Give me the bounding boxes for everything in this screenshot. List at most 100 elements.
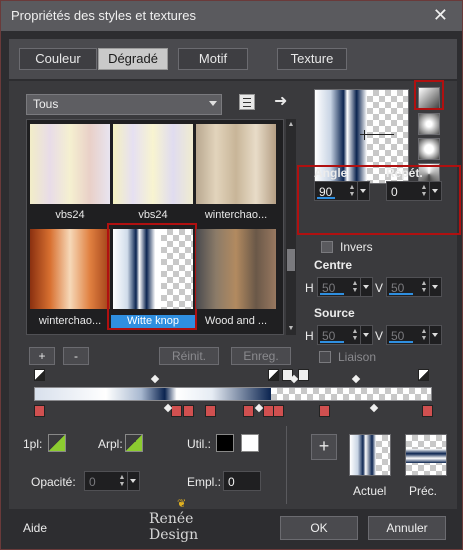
link-checkbox[interactable] [319,351,331,363]
chevron-down-icon[interactable] [429,278,441,296]
center-v-level-bar [389,293,413,295]
gradient-label: vbs24 [55,209,85,221]
spin-arrows-icon[interactable]: ▲ ▼ [117,474,127,488]
category-dropdown[interactable]: Tous [26,94,222,115]
tab-couleur[interactable]: Couleur [19,48,97,70]
source-h-spinner[interactable]: 50 ▲ ▼ [317,325,373,345]
previous-gradient-thumbnail[interactable] [405,434,447,476]
background-label: Arpl: [98,437,123,451]
styles-textures-dialog: Propriétés des styles et textures ✕ Coul… [0,0,463,550]
sunburst-style-button[interactable] [418,138,440,160]
current-gradient-thumbnail[interactable] [349,434,391,476]
source-h-label: H [305,329,314,343]
gradient-swatch-vbs24-a[interactable] [30,124,110,204]
scroll-down-icon[interactable]: ▼ [287,325,295,333]
library-scrollbar[interactable]: ▲ ▼ [286,119,296,335]
opacity-value: 0 [89,475,96,489]
gradient-swatch-winterchao-a[interactable] [196,124,276,204]
gradient-label: winterchao... [204,209,268,221]
angle-label: Angle [314,166,348,180]
angle-spinner[interactable]: 90 ▲ ▼ [314,181,370,201]
tab-texture[interactable]: Texture [277,48,347,70]
user-color-black[interactable] [216,434,234,452]
gradient-editor-bar[interactable] [34,387,432,401]
repeat-label: Répét. [386,166,423,180]
cancel-button[interactable]: Annuler [368,516,446,540]
background-swatch[interactable] [125,434,143,452]
spin-arrows-icon[interactable]: ▲ ▼ [419,328,429,342]
opacity-stop-marker[interactable] [268,369,279,381]
add-gradient-button[interactable]: + [29,347,55,365]
angle-level-bar [317,197,335,199]
source-h-level-bar [320,341,344,343]
logo-text: Renée Design [149,511,199,543]
reset-button[interactable]: Réinit. [159,347,219,365]
opacity-label: Opacité: [31,475,76,489]
invert-checkbox[interactable] [321,241,333,253]
tab-bar: Couleur Dégradé Motif Texture [9,39,457,79]
spin-arrows-icon[interactable]: ▲ ▼ [350,328,360,342]
color-stop-marker[interactable] [243,405,254,417]
source-v-level-bar [389,341,413,343]
close-icon[interactable]: ✕ [433,5,448,26]
color-stop-marker[interactable] [422,405,433,417]
chevron-down-icon[interactable] [357,182,369,200]
user-label: Util.: [187,437,211,451]
location-label: Empl.: [187,475,222,489]
butterfly-icon: ❦ [177,497,187,510]
chevron-down-icon[interactable] [429,182,441,200]
center-v-spinner[interactable]: 50 ▲ ▼ [386,277,442,297]
list-view-icon[interactable] [239,94,255,110]
compare-add-button[interactable]: + [311,434,337,460]
source-v-spinner[interactable]: 50 ▲ ▼ [386,325,442,345]
color-stop-marker[interactable] [319,405,330,417]
location-value: 0 [228,475,235,489]
user-color-white[interactable] [241,434,259,452]
gradient-swatch-wood[interactable] [196,229,276,309]
color-stop-marker[interactable] [183,405,194,417]
category-value: Tous [33,97,59,111]
arrow-right-icon[interactable]: ➜ [274,91,287,111]
chevron-down-icon[interactable] [360,326,372,344]
chevron-down-icon [209,101,217,106]
center-label: Centre [314,258,353,272]
opacity-stop-marker[interactable] [298,369,309,381]
location-field[interactable]: 0 [223,471,261,491]
color-stop-marker[interactable] [273,405,284,417]
divider [286,426,287,504]
spin-arrows-icon[interactable]: ▲ ▼ [350,280,360,294]
source-label: Source [314,306,355,320]
color-stop-marker[interactable] [34,405,45,417]
selection-highlight [107,223,197,330]
opacity-stop-marker[interactable] [418,369,429,381]
scrollbar-thumb[interactable] [287,249,295,271]
spin-arrows-icon[interactable]: ▲ ▼ [419,280,429,294]
style-selection-highlight [414,80,444,110]
opacity-stop-marker[interactable] [34,369,45,381]
chevron-down-icon[interactable] [360,278,372,296]
color-stop-marker[interactable] [171,405,182,417]
chevron-down-icon[interactable] [429,326,441,344]
rectangular-style-button[interactable] [418,113,440,135]
center-v-label: V [375,281,384,295]
help-label[interactable]: Aide [23,521,47,535]
remove-gradient-button[interactable]: - [63,347,89,365]
gradient-label: Wood and ... [204,315,268,327]
window-title: Propriétés des styles et textures [11,8,196,23]
center-h-spinner[interactable]: 50 ▲ ▼ [317,277,373,297]
save-button[interactable]: Enreg. [231,347,291,365]
gradient-swatch-vbs24-b[interactable] [113,124,193,204]
scroll-up-icon[interactable]: ▲ [287,121,295,129]
opacity-spinner[interactable]: 0 ▲ ▼ [84,471,140,491]
spin-arrows-icon[interactable]: ▲ ▼ [347,184,357,198]
tab-motif[interactable]: Motif [178,48,248,70]
repeat-spinner[interactable]: 0 ▲ ▼ [386,181,442,201]
spin-arrows-icon[interactable]: ▲ ▼ [419,184,429,198]
ok-button[interactable]: OK [280,516,358,540]
color-stop-marker[interactable] [205,405,216,417]
foreground-swatch[interactable] [48,434,66,452]
foreground-label: 1pl: [23,437,43,451]
chevron-down-icon[interactable] [127,472,139,490]
gradient-swatch-winterchao-b[interactable] [30,229,110,309]
tab-degrade[interactable]: Dégradé [98,48,168,70]
